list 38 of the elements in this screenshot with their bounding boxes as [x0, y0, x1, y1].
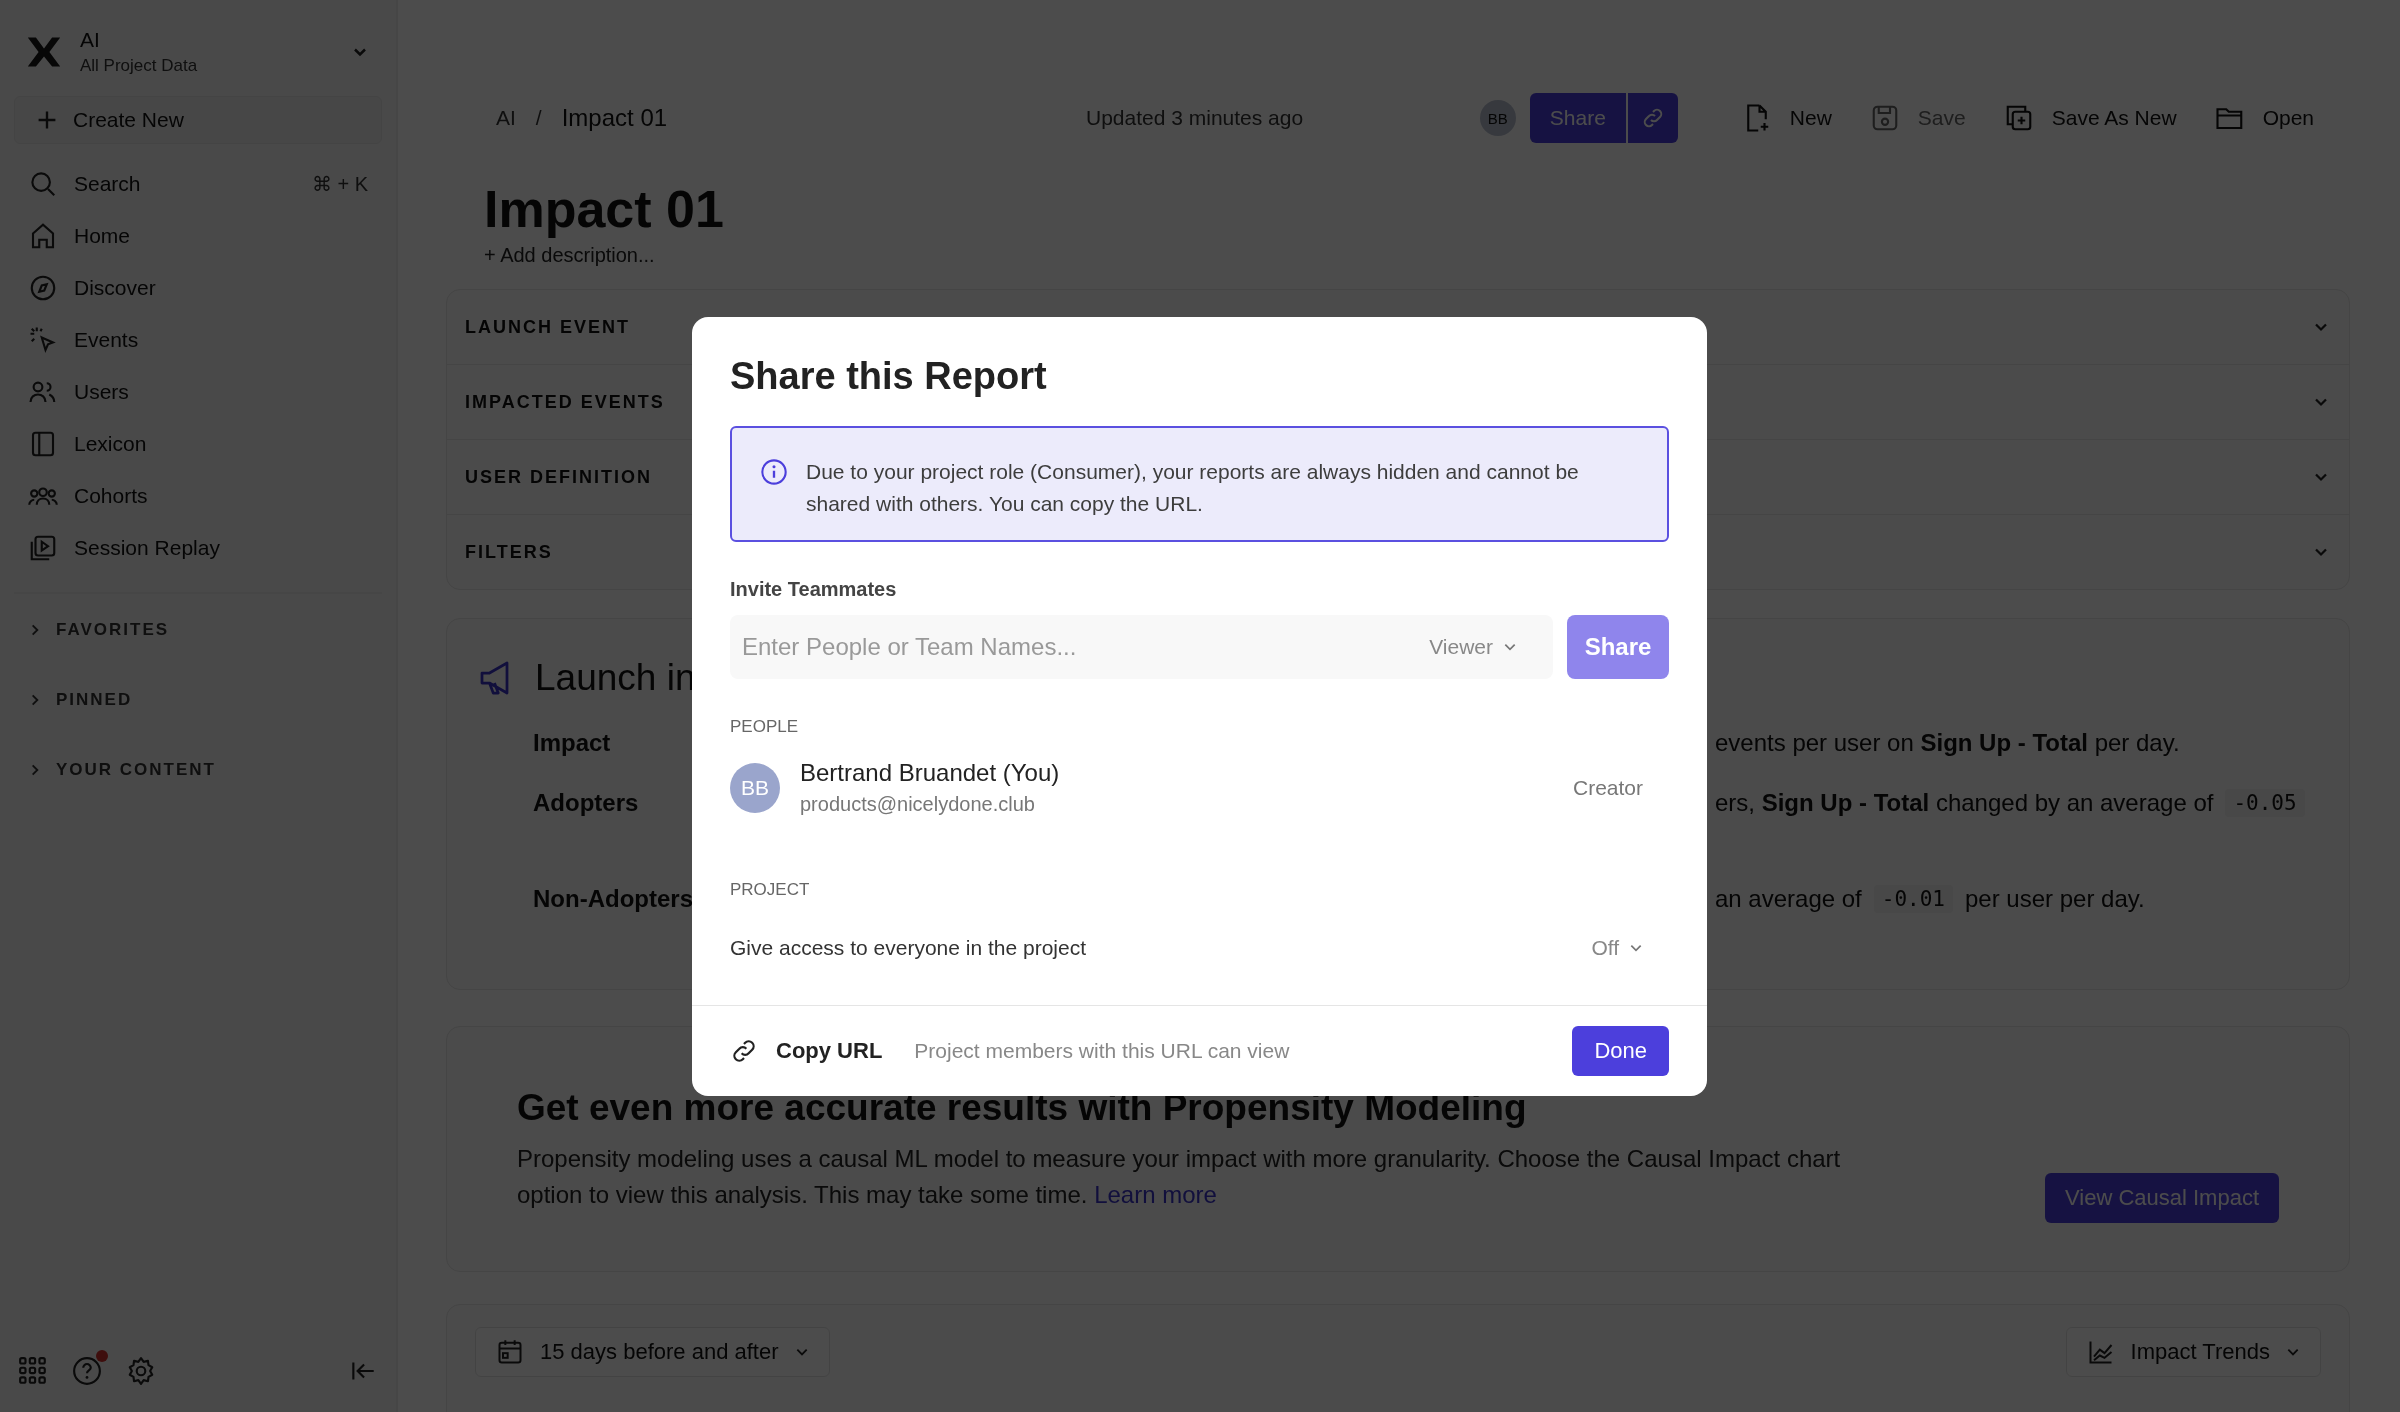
copy-url-hint: Project members with this URL can view	[914, 1039, 1291, 1063]
project-heading: PROJECT	[730, 880, 811, 900]
nav-label: Cohorts	[74, 484, 149, 508]
metric-label: Adopters	[533, 789, 639, 817]
nav-label: Lexicon	[74, 432, 148, 456]
add-description-link[interactable]: + Add description...	[484, 244, 655, 267]
workspace-subtitle: All Project Data	[80, 56, 199, 76]
metric-label: Impact	[533, 729, 611, 757]
person-role: Creator	[1572, 775, 1643, 800]
nav-label: Users	[74, 380, 130, 404]
access-dropdown[interactable]: Off	[1591, 936, 1643, 960]
info-icon	[760, 458, 788, 486]
dialog-title: Share this Report	[730, 355, 1048, 398]
nav-label: Discover	[74, 276, 157, 300]
breadcrumb-current: Impact 01	[561, 104, 668, 132]
updated-time: Updated 3 minutes ago	[1086, 106, 1305, 130]
metric-sentence: events per user on Sign Up - Total per day.	[1715, 729, 2180, 757]
shortcut-hint: ⌘ + K	[311, 172, 368, 196]
nav-label: Events	[74, 328, 140, 352]
report-title: Impact 01	[484, 179, 725, 240]
person-email: products@nicelydone.club	[800, 793, 1036, 816]
role-dropdown[interactable]: Viewer	[1429, 635, 1517, 659]
invite-label: Invite Teammates	[730, 578, 898, 601]
nav-label: Search	[74, 172, 142, 196]
people-heading: PEOPLE	[730, 717, 800, 737]
nav-label: Session Replay	[74, 536, 221, 560]
metric-label: Non-Adopters	[533, 885, 693, 913]
done-button[interactable]: Done	[1572, 1026, 1669, 1076]
person-name: Bertrand Bruandet (You)	[800, 759, 1061, 787]
user-avatar: BB	[730, 762, 780, 813]
notice-text: Due to your project role (Consumer), your reports are always hidden and cannot be shared with others. You can copy the URL.	[806, 459, 1580, 517]
workspace-name: AI	[80, 28, 101, 52]
nav-label: Home	[74, 224, 132, 248]
promo-title: Get even more accurate results with Propensity Modeling	[517, 1087, 1528, 1129]
access-label: Give access to everyone in the project	[730, 936, 1086, 960]
link-icon	[730, 1037, 758, 1065]
breadcrumb-separator: /	[535, 106, 542, 130]
copy-url-button[interactable]: Copy URL	[730, 1037, 883, 1065]
